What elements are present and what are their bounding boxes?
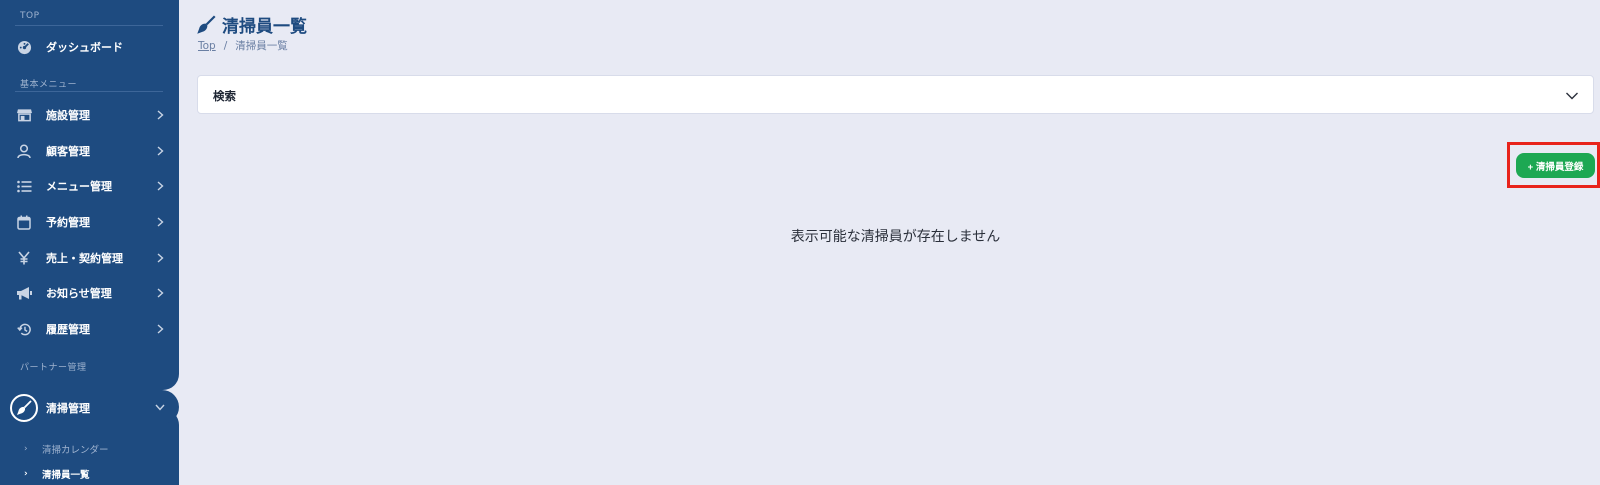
breadcrumb-home-link[interactable]: Top [198, 40, 216, 52]
section-label-top: TOP [20, 11, 40, 21]
breadcrumb-current: 清掃員一覧 [235, 40, 288, 52]
sidebar-item-dashboard[interactable]: ダッシュボード [0, 30, 179, 64]
sidebar-item-label: メニュー管理 [46, 180, 112, 193]
sidebar-item-menu[interactable]: メニュー管理 [0, 169, 179, 203]
sidebar-item-sales-contract[interactable]: 売上・契約管理 [0, 241, 179, 275]
section-label-basic-menu: 基本メニュー [20, 80, 78, 90]
history-icon [16, 321, 32, 337]
yen-icon [16, 250, 32, 266]
chevron-right-icon: › [24, 444, 28, 454]
sidebar-item-customer[interactable]: 顧客管理 [0, 134, 179, 168]
page-title-text: 清掃員一覧 [222, 17, 307, 37]
sidebar-subitem-label: 清掃カレンダー [42, 445, 109, 456]
list-icon [16, 178, 32, 194]
section-label-partner: パートナー管理 [20, 363, 87, 373]
chevron-down-icon [1565, 88, 1579, 102]
sidebar-item-history[interactable]: 履歴管理 [0, 312, 179, 346]
sidebar-item-notice[interactable]: お知らせ管理 [0, 276, 179, 310]
sidebar-subitem-label: 清掃員一覧 [42, 470, 90, 481]
megaphone-icon [16, 285, 32, 301]
empty-state-message: 表示可能な清掃員が存在しません [790, 229, 1001, 245]
chevron-right-icon [155, 288, 165, 298]
chevron-down-icon [155, 402, 165, 412]
sidebar-item-label: 予約管理 [46, 216, 90, 229]
chevron-right-icon [155, 324, 165, 334]
broom-icon [196, 14, 218, 35]
sidebar-item-facility[interactable]: 施設管理 [0, 98, 179, 132]
search-label: 検索 [213, 89, 236, 103]
sidebar-subitem-cleaner-list[interactable]: › 清掃員一覧 [24, 467, 90, 481]
sidebar-item-label: 顧客管理 [46, 145, 90, 158]
chevron-right-icon [155, 181, 165, 191]
chevron-right-icon [155, 110, 165, 120]
page-title: 清掃員一覧 [196, 12, 307, 37]
sidebar-item-label: 履歴管理 [46, 323, 90, 336]
chevron-right-icon [155, 217, 165, 227]
chevron-right-icon: › [24, 469, 28, 479]
sidebar-item-label: 清掃管理 [46, 402, 90, 415]
sidebar-item-label: 売上・契約管理 [46, 252, 123, 265]
chevron-right-icon [155, 253, 165, 263]
store-icon [16, 107, 32, 123]
user-icon [16, 143, 32, 159]
calendar-icon [16, 214, 32, 230]
divider [15, 25, 163, 26]
divider [15, 91, 163, 92]
dashboard-gauge-icon [16, 39, 32, 55]
breadcrumb-separator: / [223, 39, 228, 52]
search-accordion[interactable]: 検索 [197, 75, 1594, 114]
chevron-right-icon [155, 146, 165, 156]
sidebar-item-label: 施設管理 [46, 109, 90, 122]
broom-icon [10, 394, 38, 422]
sidebar-subitem-cleaning-calendar[interactable]: › 清掃カレンダー [24, 442, 109, 456]
sidebar-item-label: ダッシュボード [46, 41, 123, 54]
add-cleaner-button[interactable]: + 清掃員登録 [1516, 153, 1595, 178]
sidebar-item-reservation[interactable]: 予約管理 [0, 205, 179, 239]
breadcrumb: Top / 清掃員一覧 [198, 38, 288, 53]
sidebar-item-label: お知らせ管理 [46, 287, 112, 300]
